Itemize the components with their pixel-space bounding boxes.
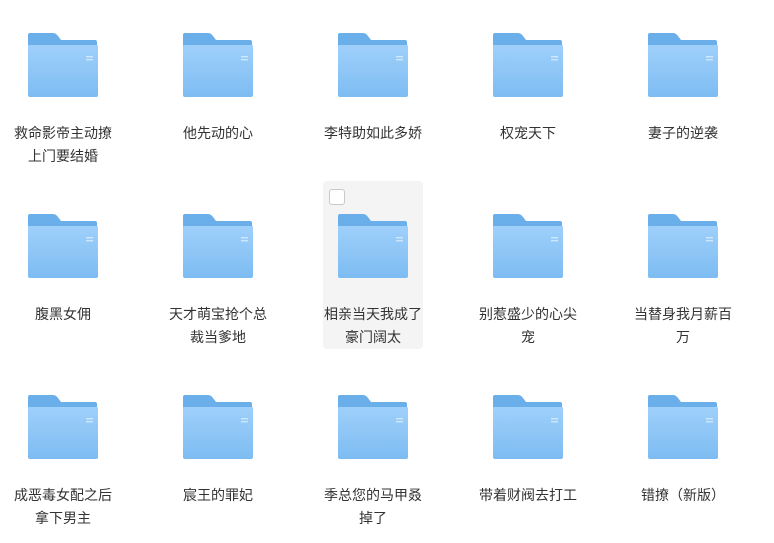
checkbox-icon[interactable] — [329, 189, 345, 205]
folder-name: 成恶毒女配之后拿下男主 — [14, 488, 112, 527]
folder-item[interactable]: 宸王的罪妃 — [168, 362, 268, 530]
folder-icon — [492, 212, 564, 279]
folder-icon — [182, 31, 254, 98]
folder-name: 当替身我月薪百万 — [634, 307, 732, 346]
folder-item[interactable]: 错撩（新版） — [633, 362, 733, 530]
folder-name: 别惹盛少的心尖宠 — [479, 307, 577, 346]
folder-name: 李特助如此多娇 — [324, 126, 422, 142]
folder-icon — [337, 393, 409, 460]
folder-name: 天才萌宝抢个总裁当爹地 — [169, 307, 267, 346]
folder-name: 带着财阀去打工 — [479, 488, 577, 504]
file-grid: 救命影帝主动撩上门要结婚 他先动的心 李特助如此多娇 权宠天下 妻子的逆袭 腹黑… — [0, 0, 774, 543]
folder-item[interactable]: 相亲当天我成了豪门阔太 — [323, 181, 423, 349]
folder-name: 相亲当天我成了豪门阔太 — [324, 307, 422, 346]
folder-name: 妻子的逆袭 — [648, 126, 718, 142]
folder-icon — [337, 31, 409, 98]
folder-name: 腹黑女佣 — [35, 307, 91, 323]
folder-item[interactable]: 天才萌宝抢个总裁当爹地 — [168, 181, 268, 349]
folder-icon — [182, 393, 254, 460]
folder-item[interactable]: 他先动的心 — [168, 0, 268, 168]
folder-icon — [647, 212, 719, 279]
folder-item[interactable]: 季总您的马甲叒掉了 — [323, 362, 423, 530]
folder-icon — [492, 31, 564, 98]
folder-item[interactable]: 李特助如此多娇 — [323, 0, 423, 168]
folder-name: 季总您的马甲叒掉了 — [324, 488, 422, 527]
folder-item[interactable]: 妻子的逆袭 — [633, 0, 733, 168]
folder-icon — [492, 393, 564, 460]
folder-icon — [27, 31, 99, 98]
folder-icon — [337, 212, 409, 279]
folder-icon — [27, 393, 99, 460]
folder-icon — [27, 212, 99, 279]
folder-item[interactable]: 当替身我月薪百万 — [633, 181, 733, 349]
folder-item[interactable]: 腹黑女佣 — [13, 181, 113, 349]
folder-name: 错撩（新版） — [641, 488, 725, 504]
folder-name: 宸王的罪妃 — [183, 488, 253, 504]
folder-icon — [647, 393, 719, 460]
folder-item[interactable]: 带着财阀去打工 — [478, 362, 578, 530]
folder-item[interactable]: 权宠天下 — [478, 0, 578, 168]
folder-icon — [647, 31, 719, 98]
folder-icon — [182, 212, 254, 279]
folder-name: 他先动的心 — [183, 126, 253, 142]
folder-item[interactable]: 成恶毒女配之后拿下男主 — [13, 362, 113, 530]
folder-name: 权宠天下 — [500, 126, 556, 142]
folder-item[interactable]: 别惹盛少的心尖宠 — [478, 181, 578, 349]
folder-name: 救命影帝主动撩上门要结婚 — [14, 126, 112, 165]
folder-item[interactable]: 救命影帝主动撩上门要结婚 — [13, 0, 113, 168]
